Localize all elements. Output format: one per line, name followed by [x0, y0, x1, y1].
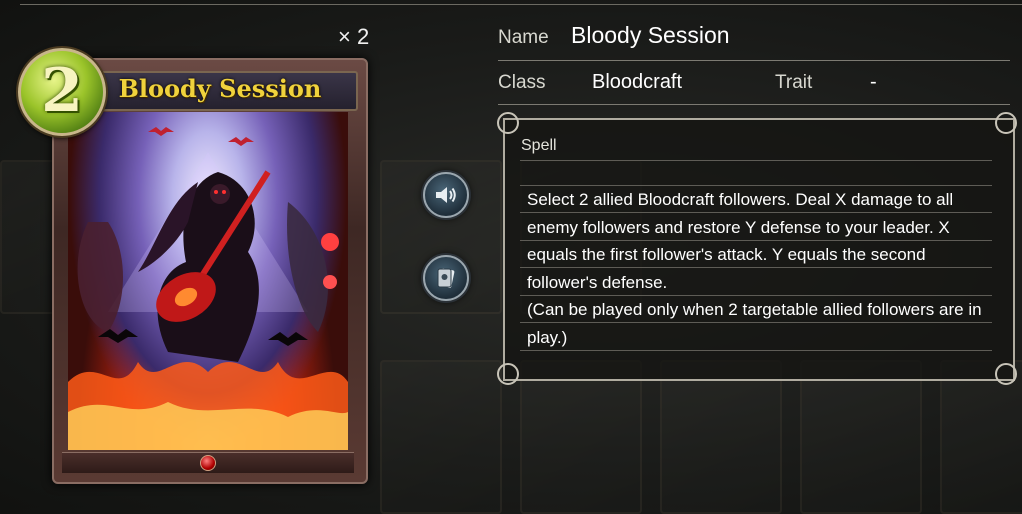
card-view-button[interactable] [423, 255, 469, 301]
trait-value: - [870, 71, 877, 93]
card-count: × 2 [338, 24, 370, 49]
trait-label: Trait [775, 72, 813, 93]
corner-ornament [497, 112, 519, 134]
card-view-icon [437, 268, 455, 288]
card-cost: 2 [18, 48, 106, 136]
speaker-icon [436, 187, 456, 203]
name-divider [498, 60, 1010, 61]
text-line [520, 160, 992, 161]
card-description: Select 2 allied Bloodcraft followers. De… [527, 190, 982, 347]
class-label: Class [498, 72, 546, 93]
card-type-label: Spell [521, 137, 557, 154]
class-divider [498, 104, 1010, 105]
name-value: Bloody Session [571, 22, 730, 48]
card-title: Bloody Session [118, 74, 322, 103]
name-label: Name [498, 27, 549, 48]
corner-ornament [497, 363, 519, 385]
card-artwork [68, 112, 348, 450]
voice-button[interactable] [423, 172, 469, 218]
rarity-gem-icon [200, 455, 216, 471]
top-divider [20, 4, 1022, 5]
class-value: Bloodcraft [592, 71, 683, 93]
corner-ornament [995, 363, 1017, 385]
corner-ornament [995, 112, 1017, 134]
